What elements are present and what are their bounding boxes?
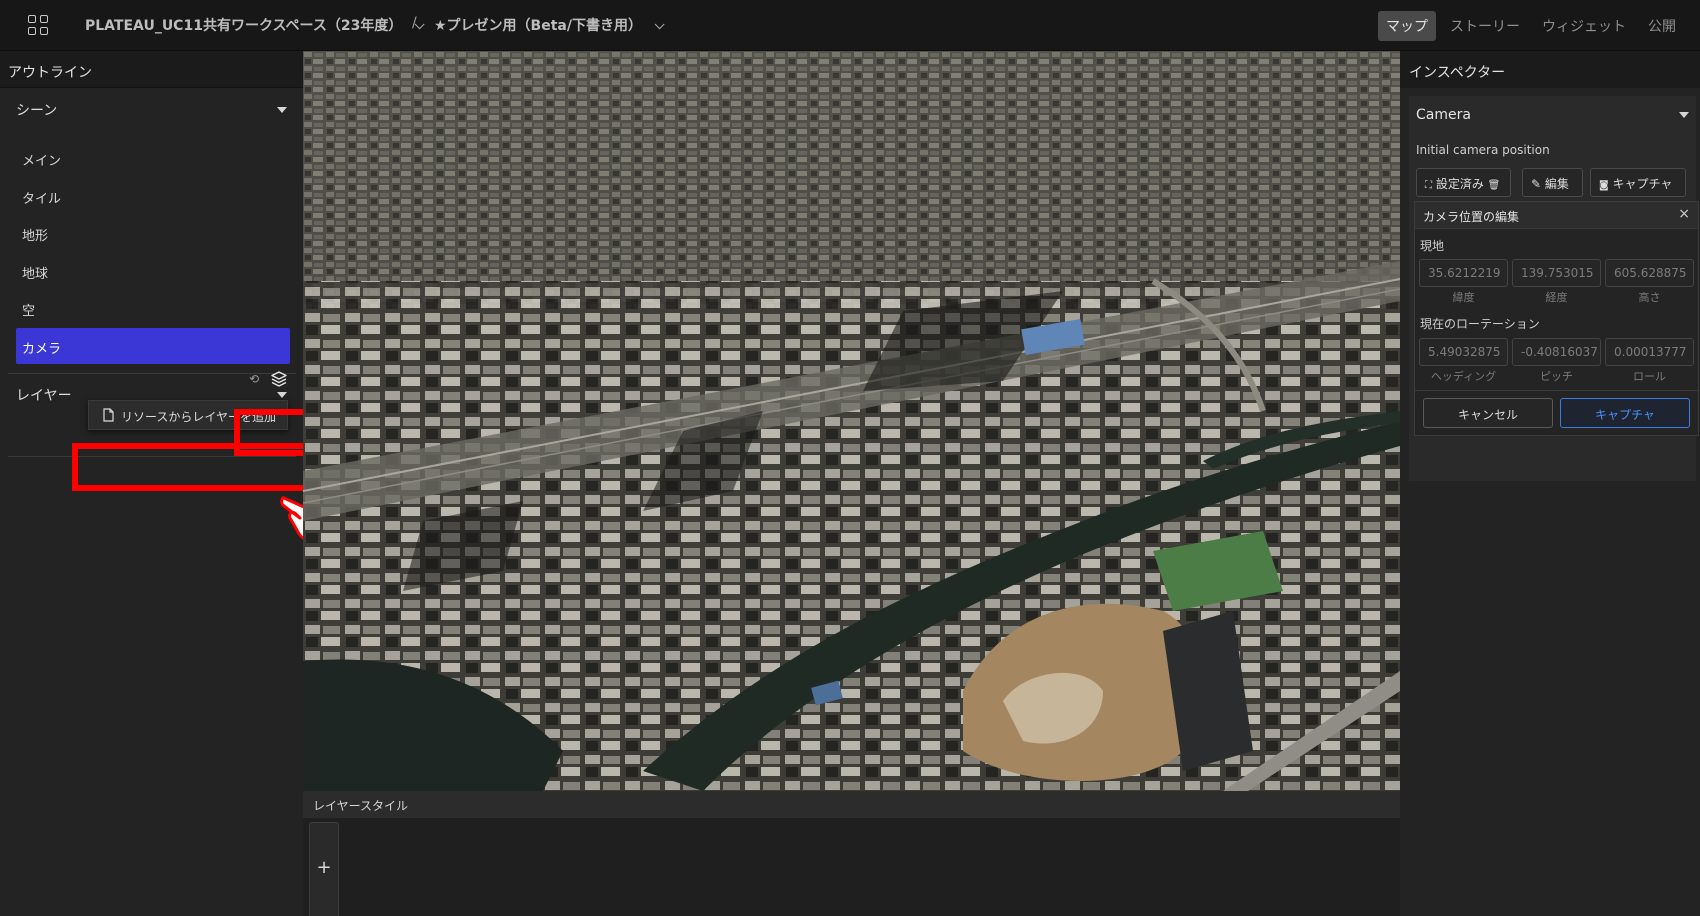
tab-widget[interactable]: ウィジェット: [1534, 11, 1634, 41]
set-label: 設定済み: [1435, 177, 1484, 191]
latitude-caption: 緯度: [1452, 291, 1475, 304]
project-name: ★プレゼン用（Beta/下書き用）: [434, 18, 642, 34]
scene-item-camera[interactable]: カメラ: [16, 328, 290, 364]
rotation-label: 現在のローテーション: [1420, 317, 1540, 331]
initial-camera-label: Initial camera position: [1416, 143, 1550, 157]
pitch-caption: ピッチ: [1540, 370, 1573, 383]
tab-story[interactable]: ストーリー: [1442, 11, 1528, 41]
project-selector[interactable]: ★プレゼン用（Beta/下書き用）: [434, 15, 665, 35]
file-icon: [103, 408, 114, 422]
camera-collapse-caret-icon[interactable]: [1679, 112, 1689, 118]
roll-caption: ロール: [1633, 370, 1666, 383]
longitude-input[interactable]: 139.753015: [1512, 259, 1601, 287]
pitch-input[interactable]: -0.40816037: [1512, 338, 1601, 366]
heading-caption: ヘッディング: [1430, 370, 1497, 383]
popup-cancel-button[interactable]: キャンセル: [1423, 398, 1553, 428]
highlight-box: [72, 443, 316, 491]
apps-grid-icon[interactable]: [27, 14, 49, 36]
height-caption: 高さ: [1638, 291, 1661, 304]
scene-item-tile[interactable]: タイル: [16, 178, 290, 214]
layer-toolbar: ⟲: [241, 362, 299, 396]
layer-group-header[interactable]: レイヤー: [16, 385, 72, 405]
scene-item-main[interactable]: メイン: [16, 140, 290, 176]
popup-title: カメラ位置の編集: [1423, 210, 1520, 224]
trash-icon[interactable]: 🗑: [1488, 180, 1501, 191]
scene-item-sky[interactable]: 空: [16, 290, 290, 326]
aerial-city-imagery: [303, 51, 1400, 791]
camera-edit-popup: カメラ位置の編集 × 現地 35.6212219 139.753015 605.…: [1414, 201, 1699, 436]
map-viewport[interactable]: [303, 51, 1400, 791]
roll-input[interactable]: 0.00013777: [1605, 338, 1694, 366]
focus-icon: ⛶: [1425, 180, 1432, 191]
longitude-caption: 経度: [1545, 291, 1568, 304]
latitude-input[interactable]: 35.6212219: [1419, 259, 1508, 287]
divider: [1415, 390, 1698, 391]
popup-capture-button[interactable]: キャプチャ: [1560, 398, 1690, 428]
capture-label: キャプチャ: [1612, 177, 1673, 191]
scene-collapse-caret-icon[interactable]: [277, 107, 287, 113]
heading-input[interactable]: 5.49032875: [1419, 338, 1508, 366]
top-bar: PLATEAU_UC11共有ワークスペース（23年度） / ★プレゼン用（Bet…: [0, 0, 1700, 51]
camera-section-title: Camera: [1416, 107, 1471, 123]
scene-item-globe[interactable]: 地球: [16, 253, 290, 289]
link-icon[interactable]: ⟲: [249, 372, 259, 386]
height-input[interactable]: 605.628875: [1605, 259, 1694, 287]
add-layer-style-button[interactable]: +: [309, 822, 339, 916]
chevron-down-icon: [654, 19, 665, 30]
tab-publish[interactable]: 公開: [1640, 11, 1684, 41]
workspace-name: PLATEAU_UC11共有ワークスペース（23年度）: [85, 18, 403, 34]
camera-set-button[interactable]: ⛶ 設定済み 🗑: [1416, 168, 1511, 197]
camera-capture-button[interactable]: ◙ キャプチャ: [1590, 168, 1686, 197]
inspector-title: インスペクター: [1400, 51, 1700, 88]
outline-title: アウトライン: [0, 51, 303, 88]
mode-tabs: マップ ストーリー ウィジェット 公開: [1372, 11, 1684, 41]
scene-item-terrain[interactable]: 地形: [16, 215, 290, 251]
scene-group-header[interactable]: シーン: [16, 100, 57, 120]
add-layer-stack-icon[interactable]: [270, 370, 288, 388]
layer-style-panel: レイヤースタイル +: [303, 791, 1400, 916]
camera-icon: ◙: [1599, 180, 1609, 191]
inspector-panel: インスペクター Camera Initial camera position ⛶…: [1400, 51, 1700, 916]
pencil-icon: ✎: [1531, 177, 1542, 191]
close-icon[interactable]: ×: [1678, 206, 1690, 222]
workspace-selector[interactable]: PLATEAU_UC11共有ワークスペース（23年度）: [85, 15, 425, 35]
camera-edit-button[interactable]: ✎ 編集: [1522, 168, 1583, 197]
breadcrumb-separator: /: [412, 15, 417, 31]
current-location-label: 現地: [1420, 239, 1445, 253]
layer-style-title: レイヤースタイル: [303, 791, 1400, 818]
popup-header: カメラ位置の編集 ×: [1415, 202, 1698, 229]
edit-label: 編集: [1544, 177, 1569, 191]
tab-map[interactable]: マップ: [1378, 11, 1436, 41]
